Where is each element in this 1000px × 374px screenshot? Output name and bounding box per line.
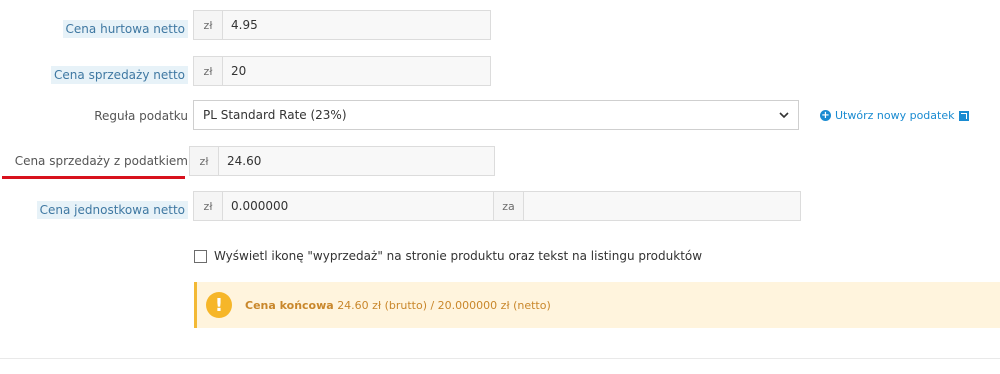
on-sale-checkbox-row[interactable]: Wyświetl ikonę "wyprzedaż" na stronie pr… bbox=[194, 249, 702, 263]
final-price-values: 24.60 zł (brutto) / 20.000000 zł (netto) bbox=[337, 298, 551, 312]
tax-rule-selected: PL Standard Rate (23%) bbox=[203, 108, 347, 122]
wholesale-price-input[interactable]: 4.95 bbox=[223, 10, 491, 40]
retail-net-price-input[interactable]: 20 bbox=[223, 56, 491, 86]
plus-circle-icon: + bbox=[820, 110, 831, 121]
unit-per-input[interactable] bbox=[524, 191, 801, 221]
unit-price-group: zł 0.000000 za bbox=[193, 191, 801, 221]
unit-price-label: Cena jednostkowa netto bbox=[36, 201, 188, 219]
external-link-icon bbox=[959, 110, 970, 121]
currency-addon: zł bbox=[193, 10, 223, 40]
final-price-text: Cena końcowa 24.60 zł (brutto) / 20.0000… bbox=[245, 299, 551, 312]
retail-net-price-label: Cena sprzedaży netto bbox=[51, 66, 188, 84]
wholesale-price-group: zł 4.95 bbox=[193, 10, 491, 40]
tax-rule-label: Reguła podatku bbox=[94, 109, 188, 123]
warning-icon: ! bbox=[206, 292, 232, 318]
currency-addon: zł bbox=[189, 146, 219, 176]
retail-tax-price-group: zł 24.60 bbox=[189, 146, 495, 176]
on-sale-checkbox-label: Wyświetl ikonę "wyprzedaż" na stronie pr… bbox=[214, 249, 703, 263]
final-price-title: Cena końcowa bbox=[245, 298, 334, 312]
retail-tax-price-label: Cena sprzedaży z podatkiem bbox=[14, 154, 188, 168]
section-divider bbox=[0, 358, 1000, 359]
retail-tax-price-input[interactable]: 24.60 bbox=[219, 146, 495, 176]
chevron-down-icon bbox=[779, 111, 789, 118]
unit-price-input[interactable]: 0.000000 bbox=[223, 191, 494, 221]
currency-addon: zł bbox=[193, 191, 223, 221]
retail-net-price-group: zł 20 bbox=[193, 56, 491, 86]
unit-per-addon: za bbox=[494, 191, 524, 221]
create-tax-link[interactable]: + Utwórz nowy podatek bbox=[820, 109, 970, 122]
currency-addon: zł bbox=[193, 56, 223, 86]
on-sale-checkbox[interactable] bbox=[194, 249, 207, 263]
final-price-alert: ! Cena końcowa 24.60 zł (brutto) / 20.00… bbox=[194, 282, 1000, 328]
tax-rule-select[interactable]: PL Standard Rate (23%) bbox=[193, 100, 799, 130]
create-tax-link-text: Utwórz nowy podatek bbox=[835, 109, 955, 122]
wholesale-price-label: Cena hurtowa netto bbox=[62, 20, 188, 38]
red-underline-annotation bbox=[2, 176, 185, 179]
